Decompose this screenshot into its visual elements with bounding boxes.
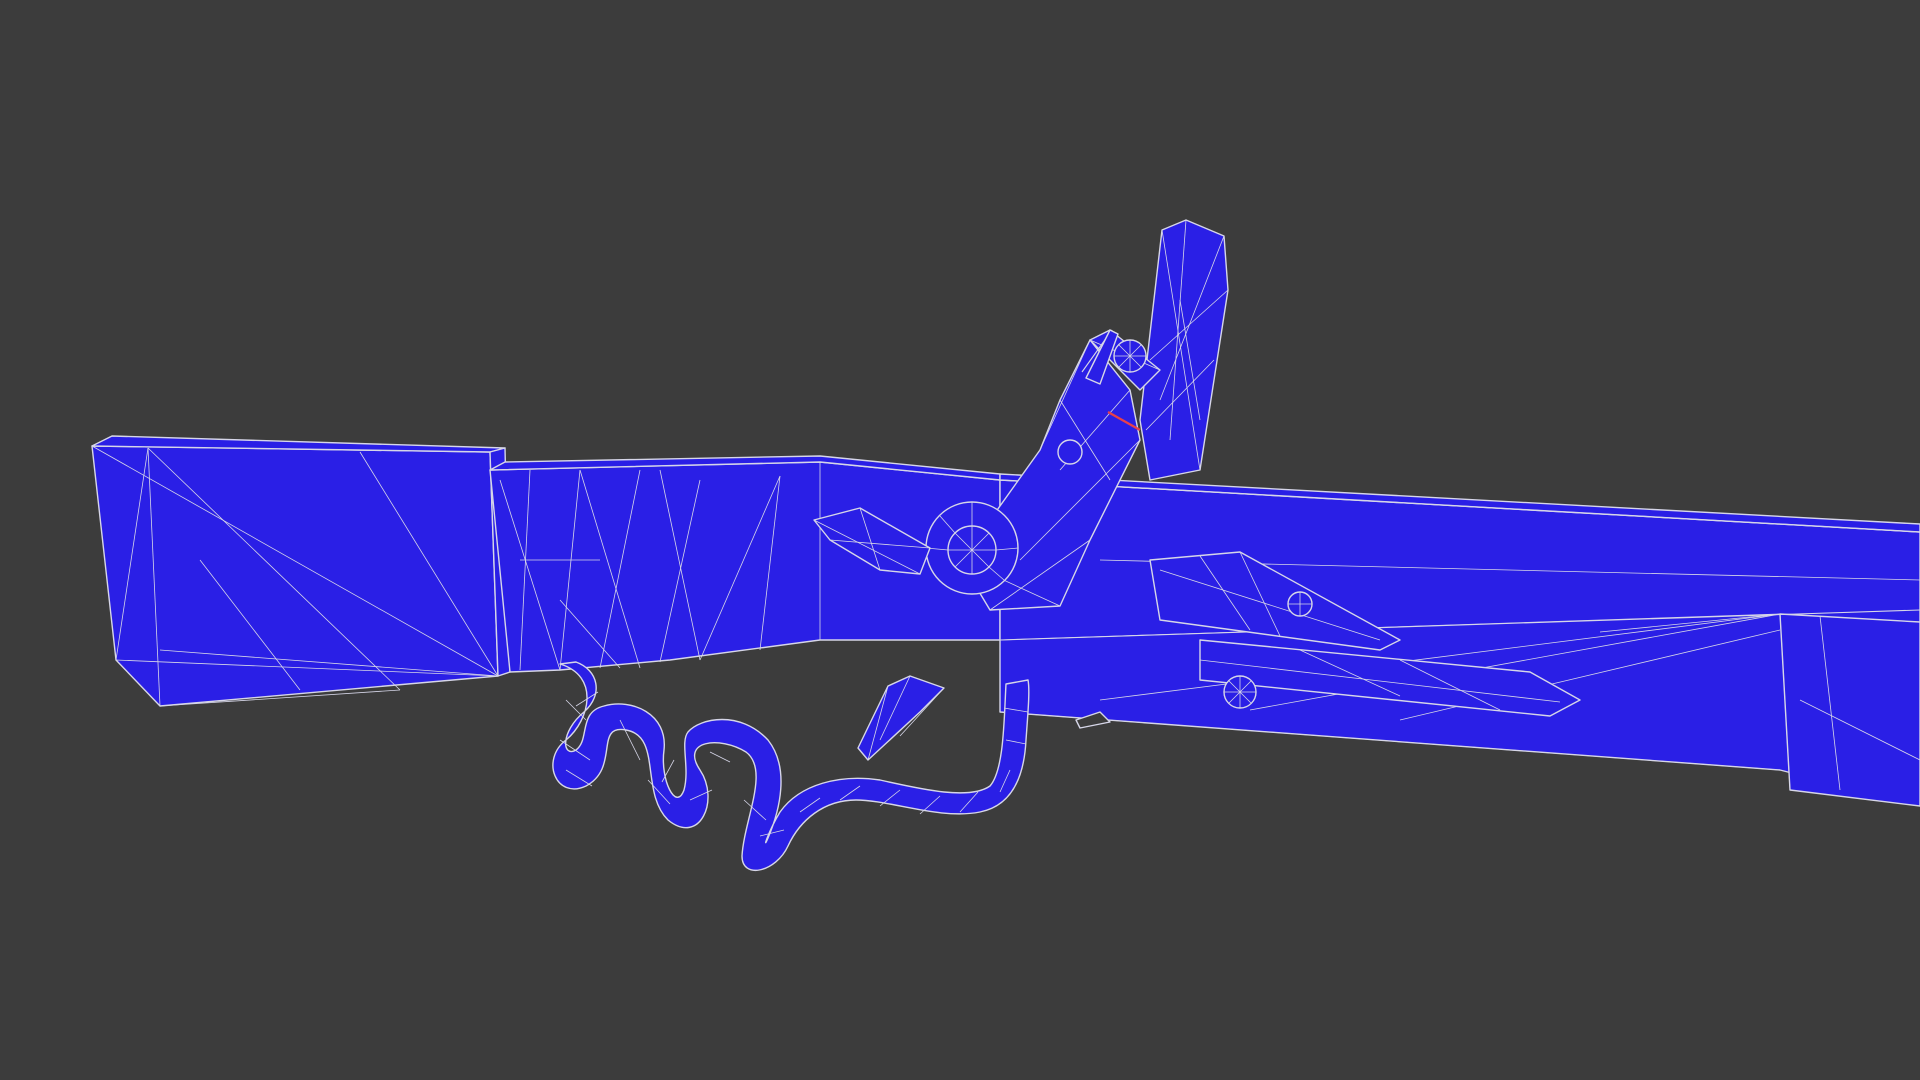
stock-mesh[interactable] [91,435,511,707]
tumbler-mesh[interactable] [925,501,1019,595]
3d-viewport[interactable] [0,0,1920,1080]
trigger-mesh[interactable] [857,675,945,761]
trigger-guard-mesh[interactable] [552,661,1030,872]
frizzen-mesh[interactable] [1139,219,1229,481]
barrel-mesh[interactable] [999,473,1920,807]
rifle-mesh[interactable] [0,0,1920,1080]
